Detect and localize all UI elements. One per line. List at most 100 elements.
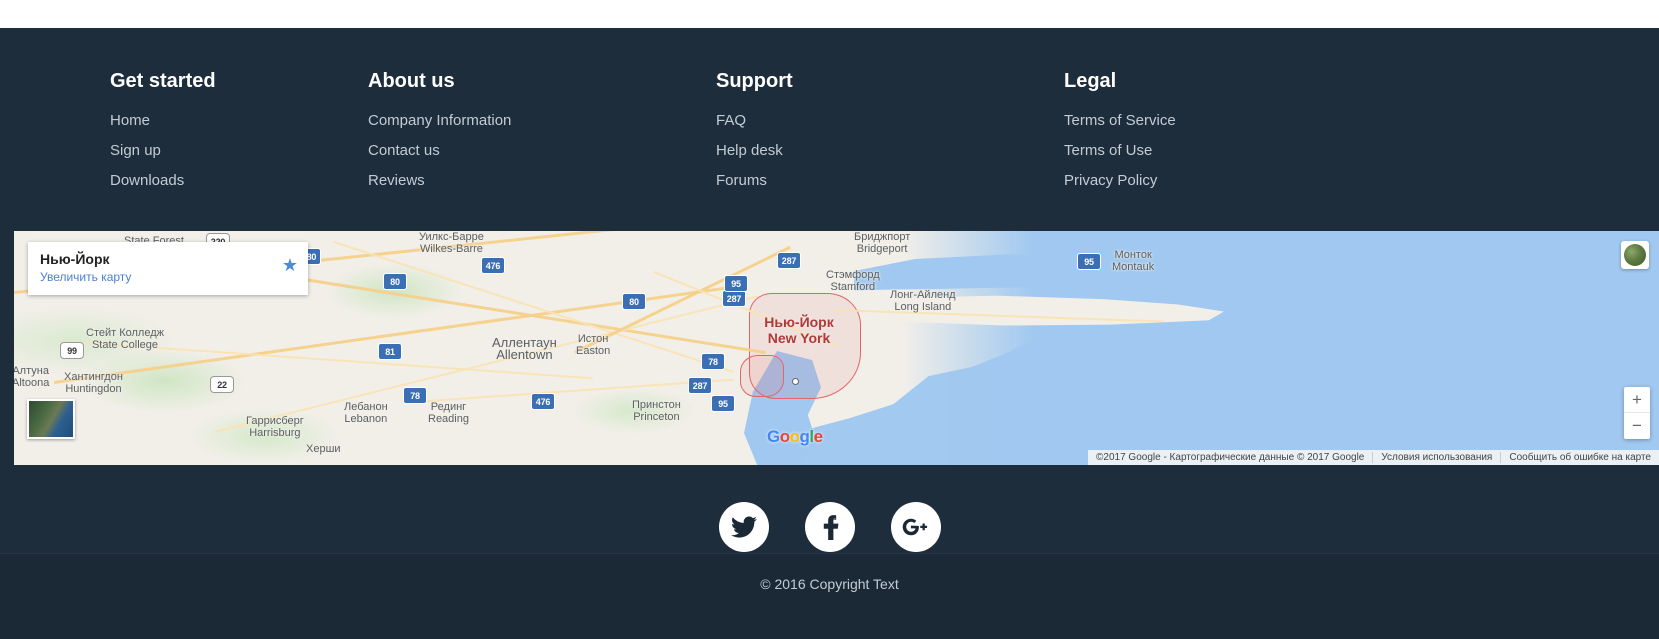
google-logo-letter: g	[799, 427, 810, 446]
footer-link-sign-up[interactable]: Sign up	[110, 140, 350, 162]
facebook-icon	[823, 515, 838, 540]
footer-column-support: Support FAQ Help desk Forums	[698, 70, 1046, 220]
map-place-label: Бриджпорт Bridgeport	[854, 231, 910, 255]
map-attribution-copyright: ©2017 Google - Картографические данные ©…	[1096, 452, 1365, 463]
map-label-new-york-ru: Нью-Йорк	[764, 314, 834, 330]
map-place-name-en: Harrisburg	[249, 427, 301, 439]
footer-link-terms-of-service[interactable]: Terms of Service	[1064, 110, 1396, 132]
zoom-in-button[interactable]: +	[1624, 387, 1650, 413]
map-place-name-ru: Стейт Колледж	[86, 327, 164, 339]
map-place-name-ru: Лебанон	[344, 401, 388, 413]
google-logo-letter: o	[789, 427, 800, 446]
zoom-out-button[interactable]: −	[1624, 413, 1650, 439]
social-links-row	[0, 502, 1659, 552]
map-highway-shield: 287	[688, 377, 712, 394]
map-place-label: Уилкс-Баррe Wilkes-Barre	[419, 231, 484, 255]
map-place-label: Лебанон Lebanon	[344, 401, 388, 425]
map-place-name-ru: Бриджпорт	[854, 231, 911, 243]
map-highway-shield: 22	[210, 376, 234, 393]
google-plus-icon	[902, 518, 927, 536]
footer-link-help-desk[interactable]: Help desk	[716, 140, 1046, 162]
map-info-card-title: Нью-Йорк	[40, 251, 110, 267]
column-title: About us	[368, 70, 455, 92]
map-place-name-ru: Стэмфорд	[826, 269, 880, 281]
map-zoom-controls[interactable]: + −	[1624, 387, 1650, 439]
map-place-name-ru: Хантингдон	[64, 371, 123, 383]
footer-link-forums[interactable]: Forums	[716, 170, 1046, 192]
map-highway-shield: 476	[481, 257, 505, 274]
footer-page: Get started Home Sign up Downloads About…	[0, 0, 1659, 639]
footer-link-reviews[interactable]: Reviews	[368, 170, 698, 192]
map-enlarge-link[interactable]: Увеличить карту	[40, 270, 131, 284]
map-place-label: Лонг-Айленд Long Island	[890, 289, 956, 313]
column-title: Legal	[1064, 70, 1117, 92]
social-link-google-plus[interactable]	[890, 502, 941, 552]
twitter-icon	[730, 516, 757, 538]
map-place-label: Аллентаун Allentown	[492, 336, 557, 362]
map-place-name-ru: Гаррисберг	[246, 415, 304, 427]
map-attribution-bar: ©2017 Google - Картографические данные ©…	[1088, 450, 1659, 465]
satellite-view-thumbnail[interactable]	[27, 399, 75, 439]
map-place-label: Гаррисберг Harrisburg	[246, 415, 304, 439]
map-highway-shield: 95	[1077, 253, 1101, 270]
star-icon[interactable]: ★	[282, 256, 298, 274]
footer-link-downloads[interactable]: Downloads	[110, 170, 350, 192]
map-place-name-ru: Монток	[1114, 249, 1152, 261]
map-place-name-ru: Уилкс-Баррe	[419, 231, 484, 243]
map-place-name-en: Lebanon	[344, 413, 388, 425]
social-link-twitter[interactable]	[718, 502, 769, 552]
map-place-name-en: Stamford	[830, 281, 876, 293]
column-title: Support	[716, 70, 793, 92]
map-place-name-ru: Лонг-Айленд	[890, 289, 956, 301]
map-highway-shield: 80	[622, 293, 646, 310]
map-place-label: Стэмфорд Stamford	[826, 269, 880, 293]
map-terms-link[interactable]: Условия использования	[1372, 452, 1500, 463]
footer-link-privacy-policy[interactable]: Privacy Policy	[1064, 170, 1396, 192]
google-logo-letter: G	[767, 427, 780, 446]
map-place-name-ru: Алтуна	[14, 365, 49, 377]
footer-column-get-started: Get started Home Sign up Downloads	[0, 70, 350, 220]
map-place-name-en: Montauk	[1112, 261, 1155, 273]
map-info-card[interactable]: Нью-Йорк Увеличить карту ★	[28, 242, 308, 295]
map-place-name-en: Long Island	[894, 301, 952, 313]
map-highway-shield: 99	[60, 342, 84, 359]
map-imagery-toggle-button[interactable]	[1621, 241, 1649, 269]
footer-link-terms-of-use[interactable]: Terms of Use	[1064, 140, 1396, 162]
map-place-name-en: Reading	[428, 413, 469, 425]
map-highway-shield: 476	[531, 393, 555, 410]
footer-link-columns: Get started Home Sign up Downloads About…	[0, 70, 1659, 220]
footer-column-legal: Legal Terms of Service Terms of Use Priv…	[1046, 70, 1396, 220]
map-report-error-link[interactable]: Сообщить об ошибке на карте	[1500, 452, 1659, 463]
map-place-name-en: Huntingdon	[65, 383, 122, 395]
footer-copyright-bar: © 2016 Copyright Text	[0, 553, 1659, 639]
footer-link-company-information[interactable]: Company Information	[368, 110, 698, 132]
satellite-icon	[1624, 244, 1646, 266]
map-place-label: Херши	[306, 443, 341, 455]
footer-link-faq[interactable]: FAQ	[716, 110, 1046, 132]
map-place-name-ru: Херши	[306, 443, 341, 455]
map-place-label: Монток Montauk	[1112, 249, 1154, 273]
google-logo-letter: o	[779, 427, 790, 446]
footer-link-home[interactable]: Home	[110, 110, 350, 132]
map-place-name-en: Altoona	[14, 377, 50, 389]
footer-link-contact-us[interactable]: Contact us	[368, 140, 698, 162]
map-place-name-en: Wilkes-Barre	[419, 243, 483, 255]
google-logo-letter: e	[813, 427, 823, 446]
map-place-name-en: Princeton	[633, 411, 680, 423]
map-place-name-ru: Принстон	[632, 399, 681, 411]
google-logo-watermark[interactable]: Google	[767, 427, 823, 447]
google-map[interactable]: Нью-Йорк New York State Forest Уилкс-Бар…	[14, 231, 1659, 465]
map-place-name-en: Bridgeport	[856, 243, 908, 255]
map-label-new-york-en: New York	[767, 330, 831, 346]
map-label-new-york: Нью-Йорк New York	[714, 314, 884, 346]
map-place-name-en: Allentown	[496, 347, 553, 362]
social-link-facebook[interactable]	[804, 502, 855, 552]
map-highway-shield: 78	[701, 353, 725, 370]
map-place-name-en: State College	[91, 339, 159, 351]
map-place-label: Стейт Колледж State College	[86, 327, 164, 351]
map-highway-shield: 80	[383, 273, 407, 290]
map-place-name-ru: Рединг	[430, 401, 467, 413]
footer-column-about-us: About us Company Information Contact us …	[350, 70, 698, 220]
map-highway-shield: 81	[378, 343, 402, 360]
map-place-label: Рединг Reading	[428, 401, 469, 425]
